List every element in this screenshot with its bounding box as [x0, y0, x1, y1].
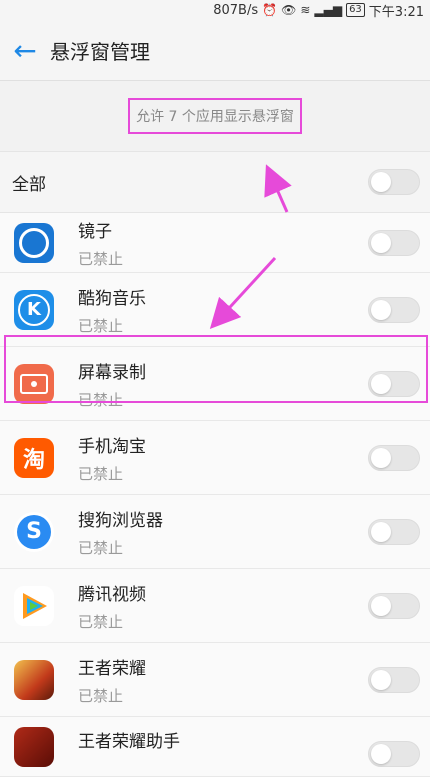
app-list: 镜子 已禁止 K 酷狗音乐 已禁止 屏幕录制 已禁止 淘 手机淘宝 已禁止 S … [0, 213, 430, 777]
app-status: 已禁止 [78, 612, 124, 631]
mirror-icon [14, 222, 54, 263]
app-toggle[interactable] [368, 741, 420, 767]
all-label: 全部 [12, 174, 46, 195]
clock: 下午3:21 [368, 4, 424, 20]
honor-of-kings-helper-icon [14, 727, 54, 767]
list-item[interactable]: S 搜狗浏览器 已禁止 [0, 495, 430, 569]
app-toggle[interactable] [368, 592, 420, 619]
app-status: 已禁止 [78, 249, 124, 268]
signal-icon: ▂▄▆ [314, 3, 343, 17]
tencent-video-icon [14, 585, 54, 626]
taobao-icon: 淘 [14, 437, 54, 478]
eye-icon: 👁 [281, 3, 297, 17]
alarm-icon: ⏰ [262, 3, 278, 17]
app-bar: ← 悬浮窗管理 [0, 20, 430, 81]
battery-icon: 63 [346, 3, 365, 17]
wifi-icon: ≋ [300, 3, 311, 17]
list-item[interactable]: 镜子 已禁止 [0, 213, 430, 273]
app-name: 腾讯视频 [78, 584, 146, 605]
app-toggle[interactable] [368, 229, 420, 256]
list-item[interactable]: 淘 手机淘宝 已禁止 [0, 421, 430, 495]
app-status: 已禁止 [78, 538, 124, 557]
app-status: 已禁止 [78, 464, 124, 483]
app-name: 搜狗浏览器 [78, 510, 163, 531]
status-bar: 807B/s ⏰ 👁 ≋ ▂▄▆ 63 下午3:21 [0, 0, 430, 20]
allowed-count-hint: 允许 7 个应用显示悬浮窗 [128, 98, 302, 134]
honor-of-kings-icon [14, 659, 54, 700]
app-name: 镜子 [78, 221, 112, 242]
list-item[interactable]: 屏幕录制 已禁止 [0, 347, 430, 421]
app-name: 屏幕录制 [78, 362, 146, 383]
app-toggle[interactable] [368, 518, 420, 545]
list-item[interactable]: 王者荣耀 已禁止 [0, 643, 430, 717]
app-toggle[interactable] [368, 296, 420, 323]
screen-record-icon [14, 363, 54, 404]
all-toggle[interactable] [368, 169, 420, 195]
app-name: 酷狗音乐 [78, 288, 146, 309]
list-item[interactable]: K 酷狗音乐 已禁止 [0, 273, 430, 347]
page-title: 悬浮窗管理 [50, 39, 150, 64]
list-item[interactable]: 腾讯视频 已禁止 [0, 569, 430, 643]
app-toggle[interactable] [368, 370, 420, 397]
network-speed: 807B/s [213, 2, 259, 18]
app-name: 王者荣耀助手 [78, 732, 180, 752]
app-name: 王者荣耀 [78, 658, 146, 679]
back-arrow-icon[interactable]: ← [0, 34, 50, 67]
sogou-browser-icon: S [14, 511, 54, 552]
app-status: 已禁止 [78, 686, 124, 705]
app-toggle[interactable] [368, 666, 420, 693]
hint-section: 允许 7 个应用显示悬浮窗 [0, 81, 430, 151]
app-status: 已禁止 [78, 316, 124, 335]
app-toggle[interactable] [368, 444, 420, 471]
list-item[interactable]: 王者荣耀助手 [0, 717, 430, 777]
app-status: 已禁止 [78, 390, 124, 409]
app-name: 手机淘宝 [78, 436, 146, 457]
kugou-icon: K [14, 289, 54, 330]
all-row[interactable]: 全部 [0, 151, 430, 213]
